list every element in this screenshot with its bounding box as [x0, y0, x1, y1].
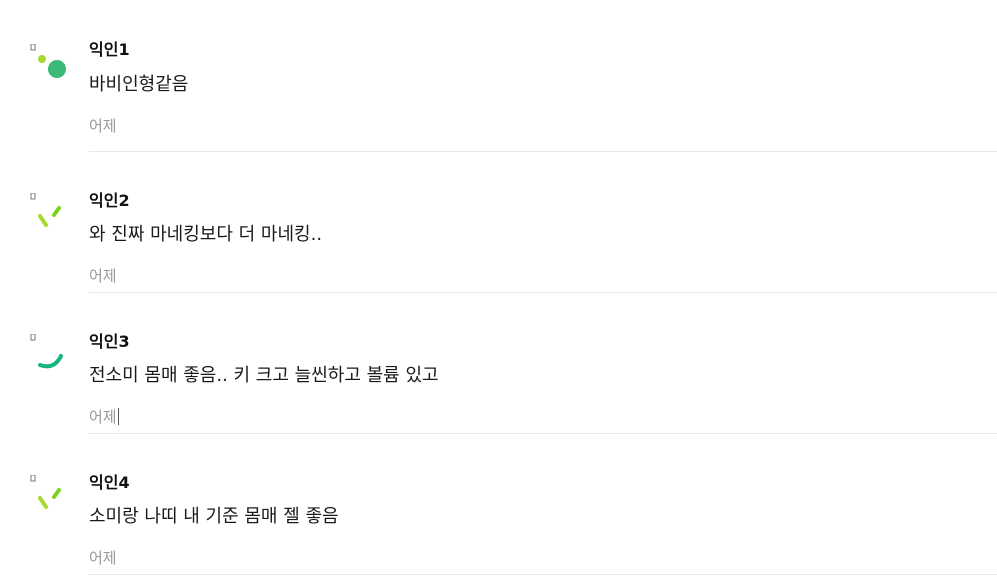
comment-text: 와 진짜 마네킹보다 더 마네킹..: [89, 224, 323, 245]
comment-item: 익인1 바비인형같음 어제: [0, 0, 997, 152]
comment-time: 어제: [89, 549, 117, 567]
text-cursor: [117, 408, 119, 425]
comment-author: 익인4: [89, 473, 130, 492]
comment-item: 익인2 와 진짜 마네킹보다 더 마네킹.. 어제: [0, 152, 997, 293]
comment-time: 어제: [89, 267, 117, 285]
loading-dashes-icon: [28, 475, 68, 515]
loading-dashes-icon: [28, 193, 68, 233]
comment-author: 익인1: [89, 40, 130, 59]
comment-item: 익인3 전소미 몸매 좋음.. 키 크고 늘씬하고 볼륨 있고 어제: [0, 293, 997, 434]
loading-arc-icon: [28, 334, 68, 374]
comment-time: 어제: [89, 117, 117, 135]
comment-time: 어제: [89, 407, 119, 427]
loading-dots-icon: [28, 44, 68, 84]
comment-author: 익인2: [89, 191, 130, 210]
divider: [89, 574, 997, 575]
comment-list: 익인1 바비인형같음 어제 익인2 와 진짜 마네킹보다 더 마네킹.. 어제: [0, 0, 997, 575]
comment-author: 익인3: [89, 332, 130, 351]
comment-text: 바비인형같음: [89, 74, 189, 95]
comment-text: 전소미 몸매 좋음.. 키 크고 늘씬하고 볼륨 있고: [89, 365, 439, 386]
comment-time-label: 어제: [89, 408, 117, 426]
comment-item: 익인4 소미랑 나띠 내 기준 몸매 젤 좋음 어제: [0, 434, 997, 575]
comment-text: 소미랑 나띠 내 기준 몸매 젤 좋음: [89, 506, 339, 527]
